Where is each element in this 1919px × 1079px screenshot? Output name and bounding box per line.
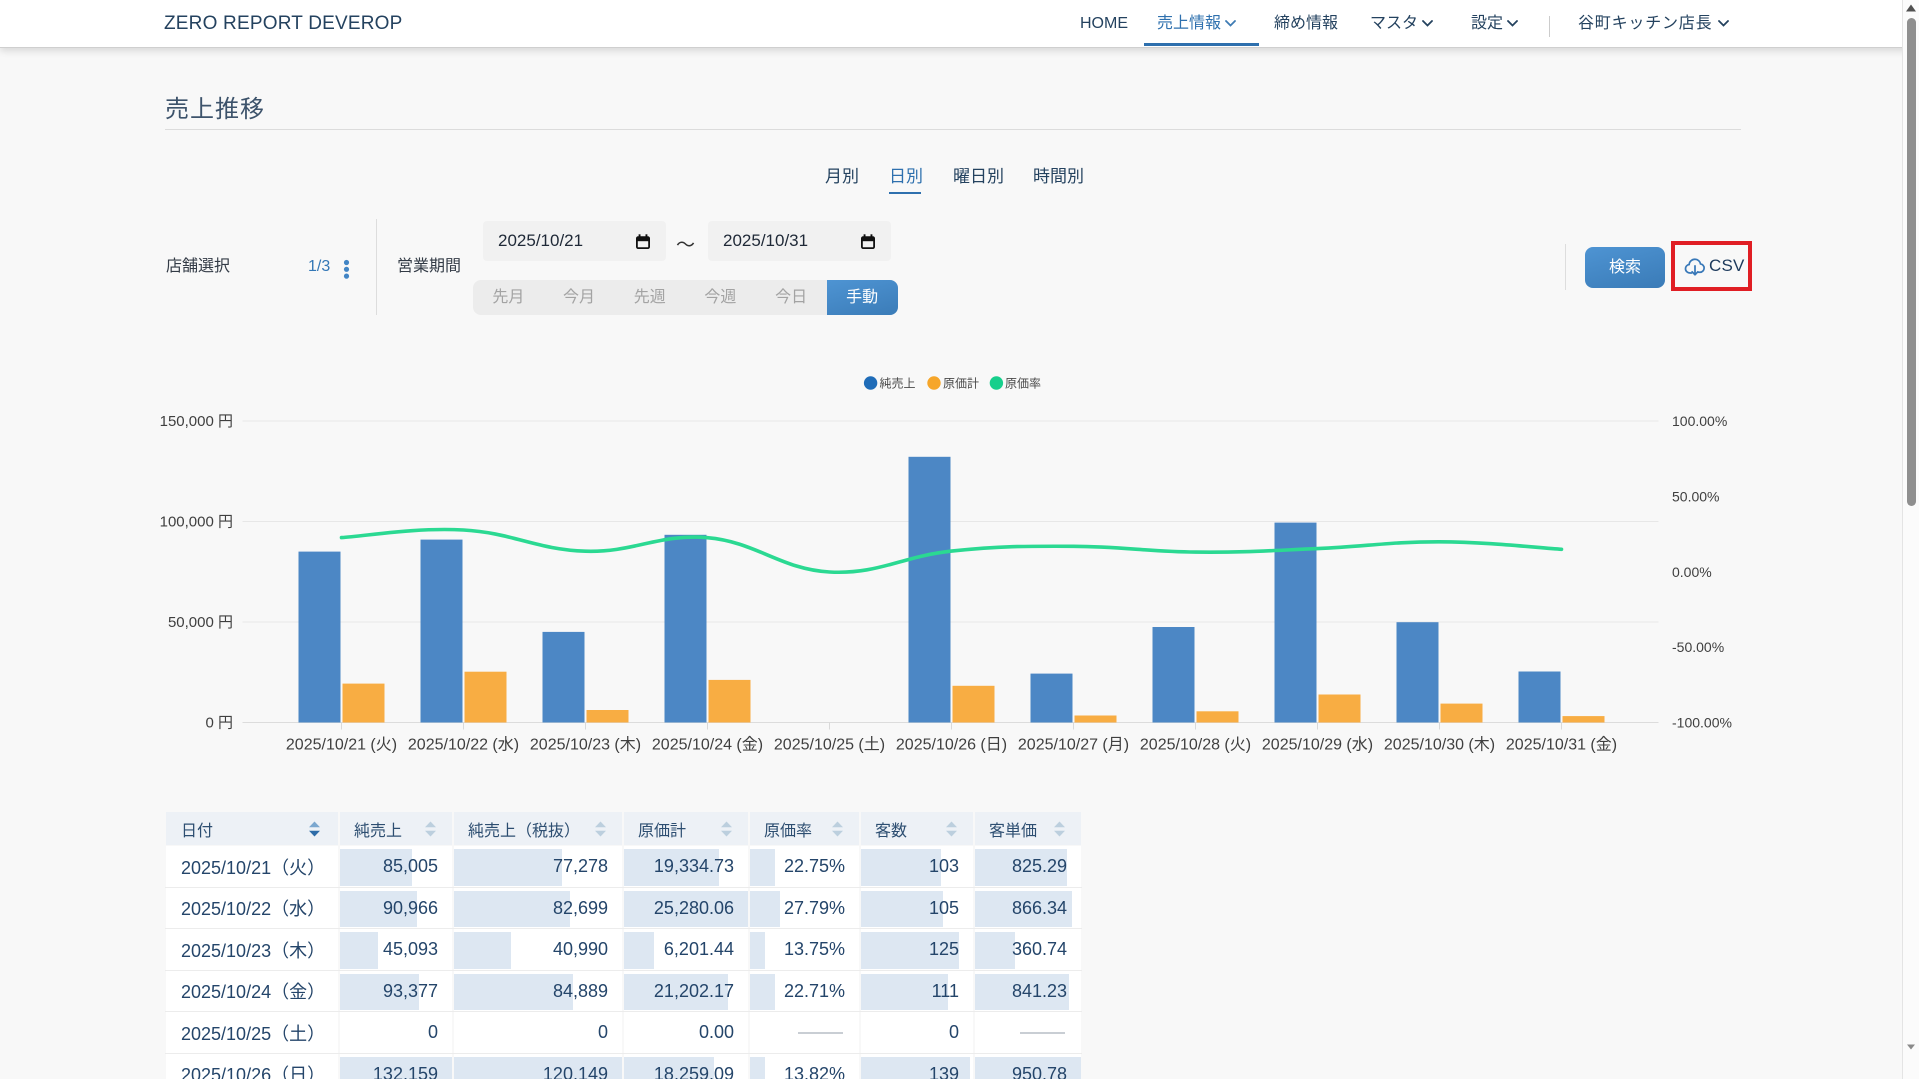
svg-text:2025/10/27 (月): 2025/10/27 (月) bbox=[1018, 737, 1129, 754]
svg-text:-100.00%: -100.00% bbox=[1672, 715, 1732, 731]
svg-text:150,000 円: 150,000 円 bbox=[160, 413, 233, 430]
svg-text:-50.00%: -50.00% bbox=[1672, 639, 1724, 655]
svg-text:2025/10/29 (水): 2025/10/29 (水) bbox=[1262, 736, 1373, 754]
svg-text:2025/10/25 (土): 2025/10/25 (土) bbox=[774, 736, 885, 754]
svg-text:純売上: 純売上 bbox=[880, 376, 916, 391]
svg-text:100.00%: 100.00% bbox=[1672, 413, 1727, 429]
svg-text:原価計: 原価計 bbox=[943, 376, 979, 391]
svg-text:2025/10/26 (日): 2025/10/26 (日) bbox=[896, 737, 1007, 754]
svg-text:50,000 円: 50,000 円 bbox=[168, 614, 233, 631]
svg-text:0 円: 0 円 bbox=[205, 715, 233, 732]
svg-text:2025/10/22 (水): 2025/10/22 (水) bbox=[408, 736, 519, 754]
svg-text:50.00%: 50.00% bbox=[1672, 488, 1719, 504]
svg-text:2025/10/28 (火): 2025/10/28 (火) bbox=[1140, 737, 1251, 754]
svg-text:100,000 円: 100,000 円 bbox=[160, 514, 233, 531]
svg-text:2025/10/30 (木): 2025/10/30 (木) bbox=[1384, 736, 1495, 754]
svg-text:0.00%: 0.00% bbox=[1672, 564, 1712, 580]
svg-text:2025/10/23 (木): 2025/10/23 (木) bbox=[530, 736, 641, 754]
svg-text:2025/10/21 (火): 2025/10/21 (火) bbox=[286, 737, 397, 754]
svg-text:2025/10/24 (金): 2025/10/24 (金) bbox=[652, 736, 763, 754]
svg-text:原価率: 原価率 bbox=[1005, 377, 1041, 391]
svg-text:2025/10/31 (金): 2025/10/31 (金) bbox=[1506, 736, 1617, 754]
